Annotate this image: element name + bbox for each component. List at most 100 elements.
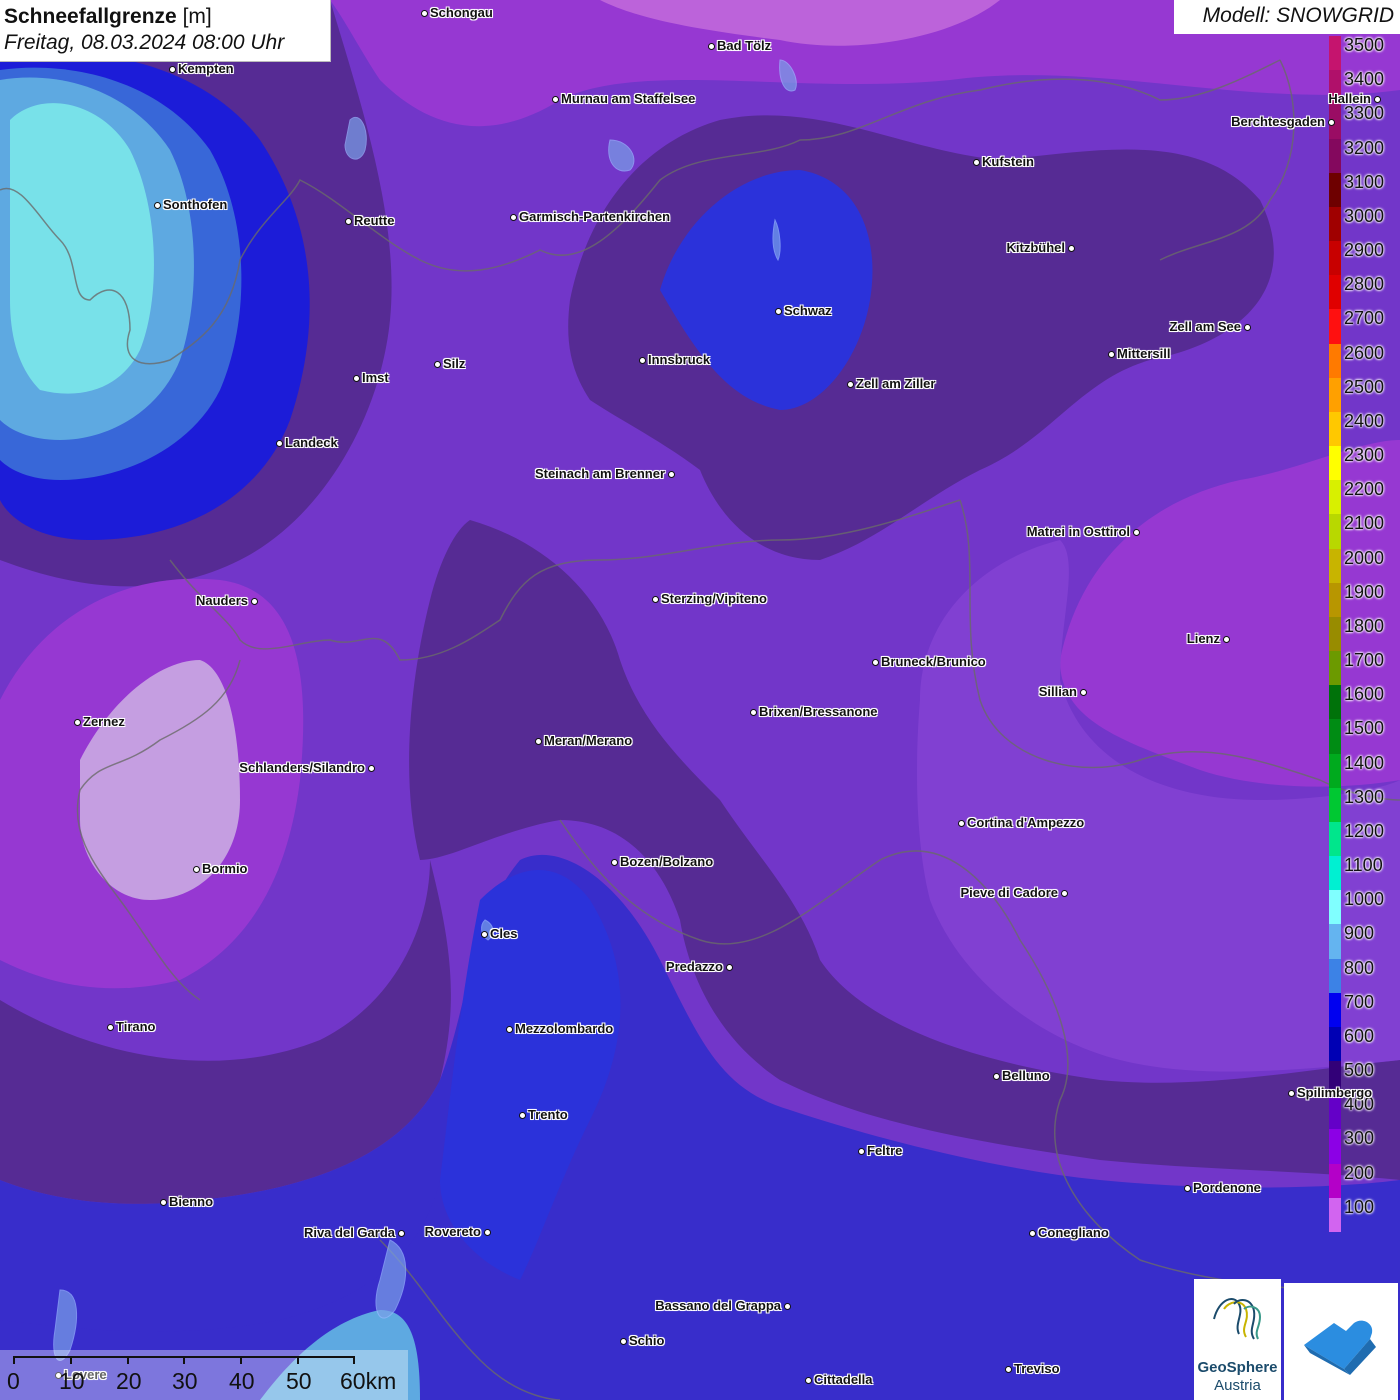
city-label: Sonthofen xyxy=(163,197,228,212)
scale-label: 20 xyxy=(116,1368,142,1394)
legend-swatch xyxy=(1329,1197,1341,1233)
legend-label: 2900 xyxy=(1344,240,1385,261)
legend-swatch xyxy=(1329,206,1341,242)
legend-label: 3200 xyxy=(1344,137,1385,158)
city-marker xyxy=(483,1228,491,1236)
city-marker xyxy=(106,1023,114,1031)
legend-swatch xyxy=(1329,446,1341,481)
model-label: Modell: SNOWGRID xyxy=(1174,0,1400,34)
legend-label: 2300 xyxy=(1344,445,1385,466)
legend-label: 300 xyxy=(1344,1128,1375,1149)
city-label: Murnau am Staffelsee xyxy=(561,91,696,106)
legend-label: 1200 xyxy=(1344,820,1385,841)
city-label: Bad Tölz xyxy=(717,38,772,53)
city-marker xyxy=(344,217,352,225)
legend-label: 2100 xyxy=(1344,513,1385,534)
city-label: Kempten xyxy=(178,61,234,76)
legend-label: 3500 xyxy=(1344,35,1385,55)
color-legend: 3500 3400 3300 3200 3100 3000 2900 2800 2700 2600… xyxy=(1328,35,1400,1233)
legend-swatch xyxy=(1329,309,1341,345)
city-label: Kufstein xyxy=(982,154,1034,169)
legend-label: 100 xyxy=(1344,1196,1375,1217)
legend-swatch xyxy=(1329,480,1341,515)
geosphere-emblem-icon xyxy=(1213,1298,1262,1340)
legend-label: 3100 xyxy=(1344,171,1385,192)
city-marker xyxy=(871,658,879,666)
city-label: Garmisch-Partenkirchen xyxy=(519,209,671,224)
city-marker xyxy=(972,158,980,166)
legend-label: 1500 xyxy=(1344,718,1385,739)
legend-label: 1000 xyxy=(1344,889,1385,910)
legend-label: 800 xyxy=(1344,957,1375,978)
city-marker xyxy=(551,95,559,103)
city-marker xyxy=(1060,889,1068,897)
scale-tick xyxy=(183,1356,185,1364)
legend-swatch xyxy=(1329,411,1341,447)
legend-swatch xyxy=(1329,719,1341,755)
legend-label: 2500 xyxy=(1344,376,1385,397)
city-label: Bruneck/Brunico xyxy=(881,654,986,669)
scale-label: 30 xyxy=(172,1368,198,1394)
legend-label: 2700 xyxy=(1344,308,1385,329)
city-label: Zell am See xyxy=(1169,319,1241,334)
city-marker xyxy=(534,737,542,745)
city-label: Tirano xyxy=(116,1019,156,1034)
city-label: Nauders xyxy=(195,593,248,608)
legend-swatch xyxy=(1329,924,1341,960)
city-marker xyxy=(610,858,618,866)
legend-label: 2200 xyxy=(1344,479,1385,500)
legend-swatch xyxy=(1329,890,1341,925)
city-label: Brixen/Bressanone xyxy=(759,704,878,719)
legend-label: 3300 xyxy=(1344,103,1385,124)
legend-swatch xyxy=(1329,1026,1341,1062)
city-marker xyxy=(352,374,360,382)
legend-label: 3000 xyxy=(1344,205,1385,226)
city-marker xyxy=(1373,95,1381,103)
city-label: Cles xyxy=(490,926,518,941)
city-marker xyxy=(1079,688,1087,696)
city-label: Sterzing/Vipiteno xyxy=(661,591,767,606)
city-marker xyxy=(1183,1184,1191,1192)
city-marker xyxy=(619,1337,627,1345)
city-marker xyxy=(397,1229,405,1237)
legend-swatch xyxy=(1329,138,1341,174)
city-marker xyxy=(505,1025,513,1033)
legend-swatch xyxy=(1329,582,1341,618)
legend-color-bar xyxy=(1329,36,1341,1233)
scale-label: 50 xyxy=(286,1368,312,1394)
legend-label: 1100 xyxy=(1344,855,1383,876)
city-label: Zernez xyxy=(83,714,125,729)
city-label: Berchtesgaden xyxy=(1231,114,1325,129)
city-label: Conegliano xyxy=(1038,1225,1109,1240)
city-marker xyxy=(518,1111,526,1119)
geosphere-logo-line2: Austria xyxy=(1214,1377,1261,1394)
scale-label: 60km xyxy=(340,1368,397,1394)
city-marker xyxy=(275,439,283,447)
city-marker xyxy=(433,360,441,368)
city-label: Treviso xyxy=(1014,1361,1060,1376)
map-title-box: Schneefallgrenze [m] Freitag, 08.03.2024… xyxy=(0,0,331,62)
city-label: Landeck xyxy=(285,435,338,450)
city-label: Reutte xyxy=(354,213,395,228)
city-label: Bassano del Grappa xyxy=(655,1298,781,1313)
city-marker xyxy=(725,963,733,971)
city-label: Trento xyxy=(528,1107,568,1122)
scale-tick xyxy=(70,1356,72,1364)
city-marker xyxy=(992,1072,1000,1080)
city-marker xyxy=(73,718,81,726)
scale-label: 0 xyxy=(7,1368,20,1394)
city-label: Schongau xyxy=(430,5,493,20)
legend-swatch xyxy=(1329,958,1341,994)
city-marker xyxy=(1327,118,1335,126)
city-marker xyxy=(957,819,965,827)
city-label: Innsbruck xyxy=(648,352,711,367)
legend-label: 600 xyxy=(1344,1025,1375,1046)
legend-swatch xyxy=(1329,36,1341,71)
scale-tick xyxy=(297,1356,299,1364)
legend-label: 2000 xyxy=(1344,547,1385,568)
city-label: Imst xyxy=(362,370,389,385)
city-marker xyxy=(1222,635,1230,643)
city-marker xyxy=(804,1376,812,1384)
city-marker xyxy=(1287,1089,1295,1097)
city-label: Pordenone xyxy=(1193,1180,1261,1195)
